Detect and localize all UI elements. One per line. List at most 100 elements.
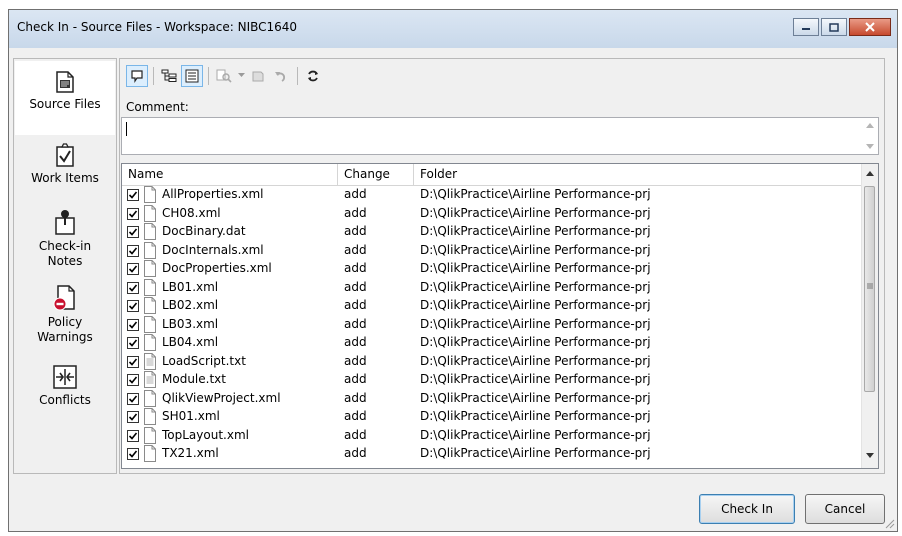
nav-item-source-files[interactable]: Source Files: [15, 61, 115, 135]
cell-change: add: [344, 372, 367, 386]
window-title: Check In - Source Files - Workspace: NIB…: [17, 20, 298, 34]
nav-item-label: Work Items: [31, 171, 99, 185]
text-caret: [126, 122, 127, 136]
table-row[interactable]: LB03.xml add D:\QlikPractice\Airline Perfo…: [122, 315, 863, 334]
document-disabled-icon: [252, 71, 264, 81]
nav-item-check-in-notes[interactable]: Check-in Notes: [15, 207, 115, 277]
table-row[interactable]: SH01.xml add D:\QlikPractice\Airline Perfo…: [122, 408, 863, 426]
file-icon: [144, 297, 156, 317]
cell-name: DocBinary.dat: [162, 224, 246, 238]
row-checkbox[interactable]: [127, 300, 139, 312]
cell-change: add: [344, 242, 367, 257]
checkmark-icon: [128, 283, 138, 292]
comment-toggle-button[interactable]: [126, 64, 148, 87]
clipboard-check-icon: [56, 143, 74, 167]
pushpin-note-icon: [55, 210, 75, 235]
compare-magnifier-icon: [216, 69, 232, 83]
compare-button[interactable]: [213, 65, 235, 87]
minimize-button[interactable]: [793, 18, 819, 36]
row-checkbox[interactable]: [127, 189, 139, 201]
refresh-button[interactable]: [302, 65, 324, 87]
table-row[interactable]: LB04.xml add D:\QlikPractice\Airline Perfo…: [122, 334, 863, 352]
nav-item-work-items[interactable]: Work Items: [15, 137, 115, 205]
file-icon: [144, 408, 156, 428]
file-icon: [144, 241, 156, 262]
cell-name: QlikViewProject.xml: [162, 390, 281, 405]
cell-change: add: [344, 261, 367, 275]
navigation-pane: Source Files Work Items Check-in Notes P…: [13, 58, 117, 474]
table-row[interactable]: TopLayout.xml add D:\QlikPractice\Airline …: [122, 426, 863, 447]
row-checkbox[interactable]: [127, 448, 139, 460]
row-checkbox[interactable]: [127, 392, 139, 405]
file-icon: [144, 223, 156, 243]
toolbar-separator: [208, 66, 209, 85]
tree-view-button[interactable]: [158, 65, 180, 87]
checkmark-icon: [128, 431, 138, 440]
cell-name: LB03.xml: [162, 316, 219, 331]
table-row[interactable]: TX21.xml add D:\QlikPractice\Airline Perfo…: [122, 445, 863, 463]
cell-folder: D:\QlikPractice\Airline Performance-prj: [420, 261, 651, 275]
compare-dropdown-button[interactable]: [236, 65, 246, 87]
row-checkbox[interactable]: [127, 374, 139, 386]
cell-change: add: [344, 446, 367, 460]
undo-icon: [275, 71, 286, 82]
flat-view-button[interactable]: [181, 64, 203, 87]
file-icon: [144, 186, 156, 206]
row-checkbox[interactable]: [127, 355, 139, 368]
file-icon: [144, 334, 156, 354]
row-checkbox[interactable]: [127, 263, 139, 275]
row-checkbox[interactable]: [127, 281, 139, 294]
row-checkbox[interactable]: [127, 318, 139, 331]
table-row[interactable]: Module.txt add D:\QlikPractice\Airline Per…: [122, 371, 863, 389]
cell-name: SH01.xml: [162, 409, 220, 423]
checkmark-icon: [128, 413, 138, 421]
nav-item-policy-warnings[interactable]: Policy Warnings: [15, 281, 115, 355]
cancel-button[interactable]: Cancel: [805, 494, 885, 524]
table-row[interactable]: LB01.xml add D:\QlikPractice\Airline Perfo…: [122, 278, 863, 297]
file-icon: [144, 445, 156, 465]
scroll-up-arrow-icon: [866, 171, 874, 176]
table-row[interactable]: LoadScript.txt add D:\QlikPractice\Airline…: [122, 352, 863, 371]
file-icon: [144, 204, 156, 225]
scroll-thumb[interactable]: [864, 186, 875, 392]
row-checkbox[interactable]: [127, 244, 139, 257]
cell-folder: D:\QlikPractice\Airline Performance-prj: [420, 224, 651, 238]
row-checkbox[interactable]: [127, 337, 139, 349]
close-button[interactable]: [849, 18, 891, 36]
title-bar[interactable]: Check In - Source Files - Workspace: NIB…: [9, 10, 897, 48]
row-checkbox[interactable]: [127, 411, 139, 423]
table-row[interactable]: LB02.xml add D:\QlikPractice\Airline Perfo…: [122, 297, 863, 315]
file-icon: [144, 426, 156, 447]
resize-grip-icon[interactable]: [883, 517, 895, 529]
table-row[interactable]: DocBinary.dat add D:\QlikPractice\Airline …: [122, 223, 863, 241]
table-row[interactable]: AllProperties.xml add D:\QlikPractice\Airl…: [122, 186, 863, 204]
grip-icon: [867, 283, 873, 289]
conflicts-icon: [53, 365, 77, 389]
checkmark-icon: [128, 246, 138, 255]
cell-folder: D:\QlikPractice\Airline Performance-prj: [420, 409, 651, 423]
nav-item-label: Notes: [47, 254, 83, 268]
table-scrollbar[interactable]: [861, 164, 878, 468]
table-row[interactable]: CH08.xml add D:\QlikPractice\Airline Perfo…: [122, 204, 863, 225]
row-checkbox[interactable]: [127, 207, 139, 220]
undo-button[interactable]: [270, 65, 292, 87]
table-row[interactable]: DocInternals.xml add D:\QlikPractice\Airli…: [122, 241, 863, 262]
table-row[interactable]: QlikViewProject.xml add D:\QlikPractice\Ai…: [122, 389, 863, 408]
column-header-change[interactable]: Change: [338, 164, 414, 185]
comment-input[interactable]: [121, 117, 879, 155]
comment-scrollbar[interactable]: [862, 118, 878, 154]
row-checkbox[interactable]: [127, 429, 139, 442]
cell-name: DocInternals.xml: [162, 242, 264, 257]
cell-folder: D:\QlikPractice\Airline Performance-prj: [420, 187, 651, 201]
row-checkbox[interactable]: [127, 226, 139, 238]
table-row[interactable]: DocProperties.xml add D:\QlikPractice\Airl…: [122, 260, 863, 278]
nav-item-conflicts[interactable]: Conflicts: [15, 359, 115, 425]
column-header-folder[interactable]: Folder: [414, 164, 863, 185]
column-header-name[interactable]: Name: [122, 164, 338, 185]
cell-change: add: [344, 205, 367, 220]
check-in-dialog: Check In - Source Files - Workspace: NIB…: [8, 9, 898, 532]
maximize-button[interactable]: [821, 18, 847, 36]
view-file-button[interactable]: [247, 65, 269, 87]
checkmark-icon: [128, 376, 138, 384]
check-in-button[interactable]: Check In: [699, 494, 795, 524]
